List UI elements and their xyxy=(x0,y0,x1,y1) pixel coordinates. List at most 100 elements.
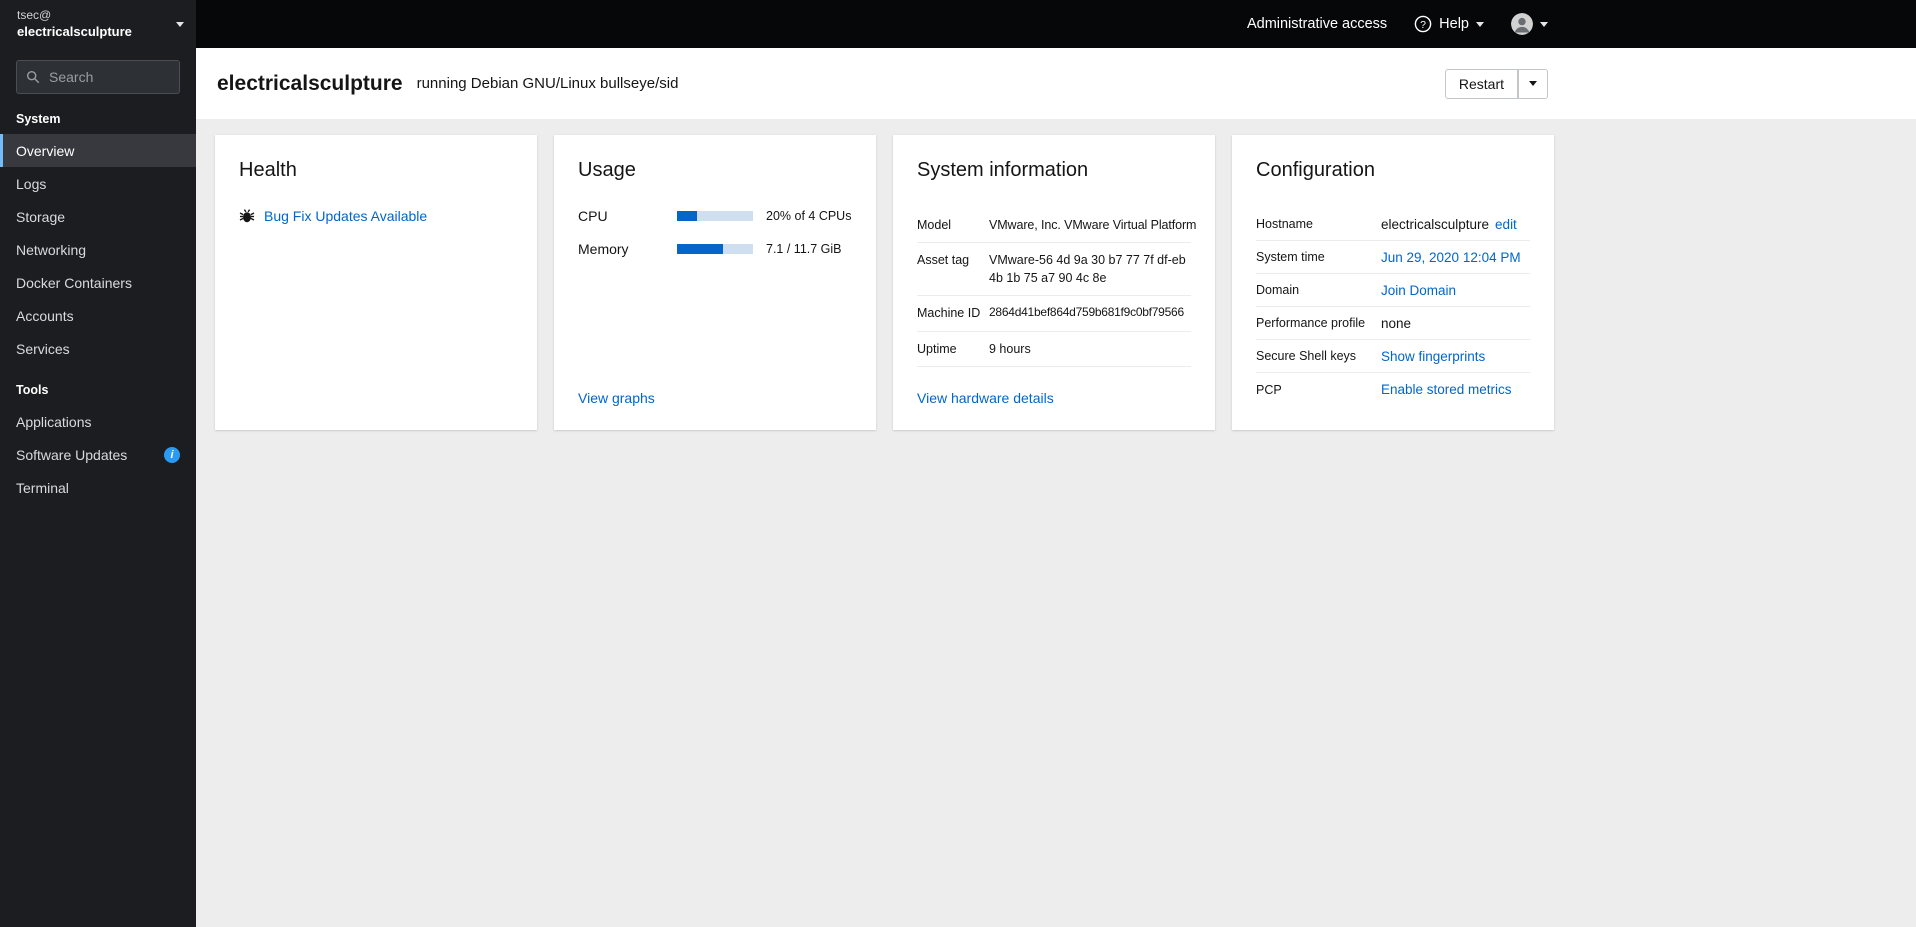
config-row-system-time: System time Jun 29, 2020 12:04 PM xyxy=(1256,241,1530,274)
config-label: PCP xyxy=(1256,382,1282,397)
config-row-domain: Domain Join Domain xyxy=(1256,274,1530,307)
usage-label: Memory xyxy=(578,241,629,257)
usage-card: Usage CPU 20% of 4 CPUs Memory 7.1 / 11.7 G… xyxy=(554,135,876,430)
usage-row-memory: Memory 7.1 / 11.7 GiB xyxy=(578,241,852,257)
search-box xyxy=(16,60,180,94)
config-secure-shell-keys-link[interactable]: Show fingerprints xyxy=(1381,349,1485,364)
search-icon xyxy=(26,70,40,84)
username-label: tsec@ xyxy=(17,8,52,23)
host-label: electricalsculpture xyxy=(17,24,132,40)
nav-section-tools: Tools Applications Software Updates i Termin… xyxy=(0,383,196,504)
info-value: 9 hours xyxy=(989,341,1031,356)
usage-label: CPU xyxy=(578,208,608,224)
sidebar-item-docker-containers[interactable]: Docker Containers xyxy=(0,266,196,299)
system-info-row-model: Model VMware, Inc. VMware Virtual Platfor… xyxy=(917,208,1196,244)
usage-value: 7.1 / 11.7 GiB xyxy=(766,242,842,256)
usage-card-footer: View graphs xyxy=(578,390,852,406)
sidebar-item-label: Networking xyxy=(16,241,87,258)
config-row-performance-profile: Performance profile none xyxy=(1256,307,1530,340)
sidebar-item-storage[interactable]: Storage xyxy=(0,200,196,233)
svg-text:?: ? xyxy=(1420,19,1426,31)
restart-button[interactable]: Restart xyxy=(1444,68,1518,99)
host-switcher[interactable]: tsec@ electricalsculpture xyxy=(0,0,196,48)
nav-section-system: System Overview Logs Storage Networking Docke… xyxy=(0,112,196,365)
view-hardware-details-link[interactable]: View hardware details xyxy=(917,390,1054,406)
user-menu[interactable] xyxy=(1511,13,1548,35)
restart-split-button: Restart xyxy=(1444,68,1548,99)
sidebar-item-accounts[interactable]: Accounts xyxy=(0,299,196,332)
sidebar-item-services[interactable]: Services xyxy=(0,332,196,365)
chevron-down-icon xyxy=(1476,21,1484,27)
chevron-down-icon xyxy=(1529,81,1537,86)
config-hostname-link[interactable]: edit xyxy=(1495,217,1517,232)
config-domain-link[interactable]: Join Domain xyxy=(1381,283,1456,298)
sidebar-item-label: Overview xyxy=(16,142,75,159)
sidebar-item-terminal[interactable]: Terminal xyxy=(0,471,196,504)
sidebar-item-label: Storage xyxy=(16,208,66,225)
usage-row-cpu: CPU 20% of 4 CPUs xyxy=(578,208,852,224)
nav-section-title: System xyxy=(16,112,61,126)
config-system-time-link[interactable]: Jun 29, 2020 12:04 PM xyxy=(1381,250,1521,265)
os-label: running Debian GNU/Linux bullseye/sid xyxy=(416,75,679,92)
system-information-card-title: System information xyxy=(917,159,1089,181)
sidebar-item-software-updates[interactable]: Software Updates i xyxy=(0,438,196,471)
usage-rows: CPU 20% of 4 CPUs Memory 7.1 / 11.7 GiB xyxy=(578,208,852,274)
config-label: System time xyxy=(1256,250,1325,264)
help-icon: ? xyxy=(1414,15,1432,33)
config-value: none xyxy=(1381,316,1530,331)
host-switcher-text: tsec@ electricalsculpture xyxy=(17,7,132,41)
info-value: VMware, Inc. VMware Virtual Platform xyxy=(989,218,1197,232)
config-pcp-link[interactable]: Enable stored metrics xyxy=(1381,382,1512,397)
config-value-text: none xyxy=(1381,315,1412,331)
config-row-pcp: PCP Enable stored metrics xyxy=(1256,373,1530,406)
view-graphs-link[interactable]: View graphs xyxy=(578,390,655,406)
usage-value: 20% of 4 CPUs xyxy=(766,209,852,223)
sidebar-item-overview[interactable]: Overview xyxy=(0,134,196,167)
sidebar-item-label: Applications xyxy=(16,413,92,430)
sidebar-item-networking[interactable]: Networking xyxy=(0,233,196,266)
configuration-card: Configuration Hostname electricalsculptur… xyxy=(1232,135,1554,430)
config-value-text: electricalsculpture xyxy=(1381,216,1490,232)
help-label: Help xyxy=(1439,16,1469,32)
config-label: Secure Shell keys xyxy=(1256,349,1357,363)
configuration-rows: Hostname electricalsculpture edit System ti… xyxy=(1256,208,1530,406)
usage-progress-bar xyxy=(677,211,753,221)
usage-progress-fill xyxy=(677,244,724,254)
health-card-title: Health xyxy=(239,159,297,181)
config-value: Enable stored metrics xyxy=(1381,382,1530,397)
chevron-down-icon xyxy=(1540,21,1548,27)
system-info-row-machine-id: Machine ID 2864d41bef864d759b681f9c0bf795… xyxy=(917,296,1191,332)
usage-progress-bar xyxy=(677,244,753,254)
updates-available-link[interactable]: Bug Fix Updates Available xyxy=(264,208,427,224)
sidebar-item-label: Accounts xyxy=(16,307,74,324)
config-value: Show fingerprints xyxy=(1381,349,1530,364)
system-information-card: System information Model VMware, Inc. VMw… xyxy=(893,135,1215,430)
health-card: Health Bug Fix Updates Available xyxy=(215,135,537,430)
info-label: Asset tag xyxy=(917,253,970,268)
sidebar-item-label: Services xyxy=(16,340,70,357)
search-input[interactable] xyxy=(16,60,180,94)
sidebar-item-label: Logs xyxy=(16,175,47,192)
info-label: Machine ID xyxy=(917,306,981,321)
overview-page: Health Bug Fix Updates Available Usage C… xyxy=(196,119,1916,927)
info-value: VMware-56 4d 9a 30 b7 77 7f df-eb 4b 1b … xyxy=(989,253,1186,286)
config-label: Hostname xyxy=(1256,217,1313,231)
usage-progress-fill xyxy=(677,211,697,221)
sidebar-item-logs[interactable]: Logs xyxy=(0,167,196,200)
usage-card-title: Usage xyxy=(578,159,636,181)
sidebar-item-label: Terminal xyxy=(16,479,69,496)
info-value: 2864d41bef864d759b681f9c0bf79566 xyxy=(989,305,1184,320)
config-label: Domain xyxy=(1256,283,1300,297)
info-label: Model xyxy=(917,218,952,232)
sidebar-item-label: Docker Containers xyxy=(16,274,132,291)
restart-dropdown-toggle[interactable] xyxy=(1518,68,1548,99)
sidebar-item-applications[interactable]: Applications xyxy=(0,405,196,438)
topbar-actions: Administrative access ? Help xyxy=(1247,0,1916,48)
system-info-card-footer: View hardware details xyxy=(917,390,1191,406)
config-row-secure-shell-keys: Secure Shell keys Show fingerprints xyxy=(1256,340,1530,373)
administrative-access-button[interactable]: Administrative access xyxy=(1247,16,1387,32)
help-menu[interactable]: ? Help xyxy=(1414,15,1484,33)
top-navigation-bar: tsec@ electricalsculpture Administrative… xyxy=(0,0,1916,48)
config-value: electricalsculpture edit xyxy=(1381,217,1530,232)
config-label: Performance profile xyxy=(1256,316,1366,330)
